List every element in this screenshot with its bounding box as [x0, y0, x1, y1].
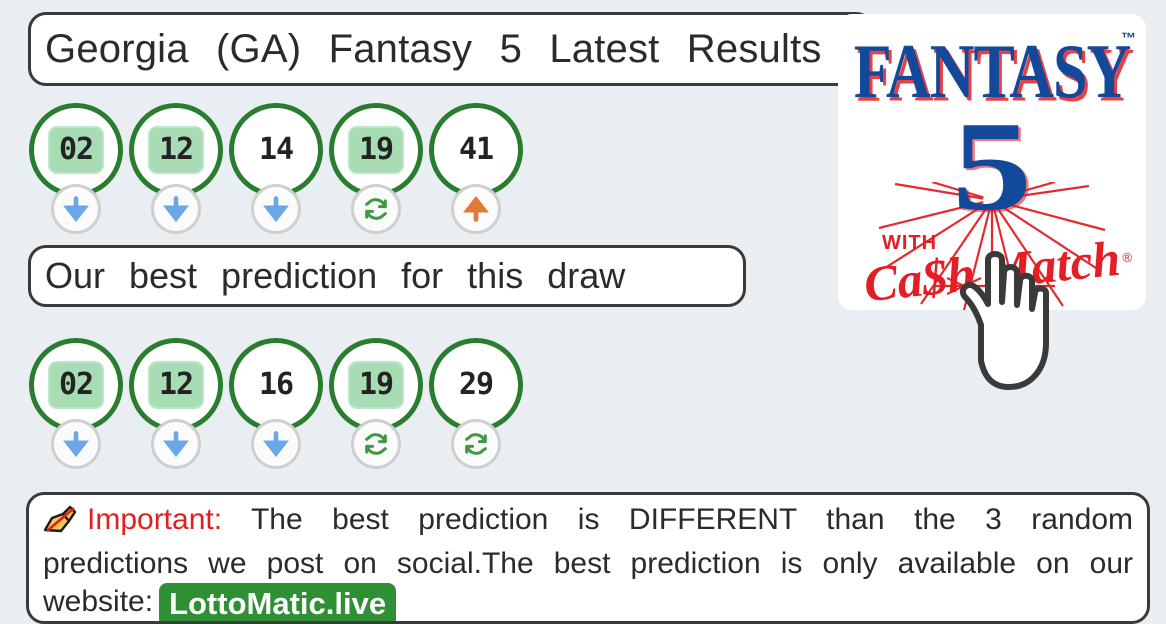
ball-circle: 02 — [29, 338, 123, 432]
trend-repeat-icon — [351, 184, 401, 234]
ball-circle: 19 — [329, 103, 423, 197]
ball-circle: 41 — [429, 103, 523, 197]
trend-down-icon — [151, 419, 201, 469]
ball-number: 19 — [347, 361, 405, 409]
ball-circle: 29 — [429, 338, 523, 432]
ball-number: 14 — [258, 132, 294, 167]
ball-circle: 12 — [129, 338, 223, 432]
ball-number: 19 — [347, 126, 405, 174]
ball-number: 29 — [458, 367, 494, 402]
result-ball-3[interactable]: 14 — [226, 103, 326, 234]
ball-number: 02 — [47, 126, 105, 174]
prediction-ball-1[interactable]: 02 — [26, 338, 126, 469]
trend-down-icon — [51, 419, 101, 469]
trend-down-icon — [251, 184, 301, 234]
result-ball-2[interactable]: 12 — [126, 103, 226, 234]
ball-number: 12 — [147, 126, 205, 174]
site-badge[interactable]: LottoMatic.live — [159, 583, 397, 621]
ball-number: 02 — [47, 361, 105, 409]
logo-number-five: 5 — [952, 95, 1032, 237]
writing-hand-icon — [43, 505, 77, 545]
logo-registered-mark: ® — [1122, 250, 1132, 265]
trend-repeat-icon — [351, 419, 401, 469]
prediction-ball-2[interactable]: 12 — [126, 338, 226, 469]
trend-down-icon — [51, 184, 101, 234]
page-title: Georgia (GA) Fantasy 5 Latest Results — [45, 26, 822, 71]
logo-trademark: ™ — [1121, 30, 1136, 47]
trend-up-icon — [451, 184, 501, 234]
prediction-ball-4[interactable]: 19 — [326, 338, 426, 469]
important-notice-text: Important: The best prediction is DIFFER… — [43, 501, 1133, 621]
prediction-row: 02 12 16 19 29 — [26, 338, 526, 469]
page-title-bar: Georgia (GA) Fantasy 5 Latest Results — [28, 12, 874, 86]
latest-results-row: 02 12 14 19 41 — [26, 103, 526, 234]
prediction-label: Our best prediction for this draw — [45, 255, 626, 296]
result-ball-4[interactable]: 19 — [326, 103, 426, 234]
trend-repeat-icon — [451, 419, 501, 469]
ball-number: 12 — [147, 361, 205, 409]
trend-down-icon — [251, 419, 301, 469]
prediction-label-bar: Our best prediction for this draw — [28, 245, 746, 307]
prediction-ball-3[interactable]: 16 — [226, 338, 326, 469]
ball-number: 16 — [258, 367, 294, 402]
important-notice-box: Important: The best prediction is DIFFER… — [26, 492, 1150, 624]
result-ball-5[interactable]: 41 — [426, 103, 526, 234]
ball-circle: 16 — [229, 338, 323, 432]
ball-circle: 14 — [229, 103, 323, 197]
ball-circle: 19 — [329, 338, 423, 432]
ball-number: 41 — [458, 132, 494, 167]
important-label: Important: — [87, 503, 223, 536]
ball-circle: 02 — [29, 103, 123, 197]
trend-down-icon — [151, 184, 201, 234]
lottery-results-page: Georgia (GA) Fantasy 5 Latest Results 02… — [0, 0, 1166, 624]
fantasy5-logo-card: FANTASY ™ 5 WITH Ca$h Match ® — [838, 14, 1146, 310]
prediction-ball-5[interactable]: 29 — [426, 338, 526, 469]
logo-inner: FANTASY ™ 5 WITH Ca$h Match ® — [838, 14, 1146, 310]
result-ball-1[interactable]: 02 — [26, 103, 126, 234]
ball-circle: 12 — [129, 103, 223, 197]
